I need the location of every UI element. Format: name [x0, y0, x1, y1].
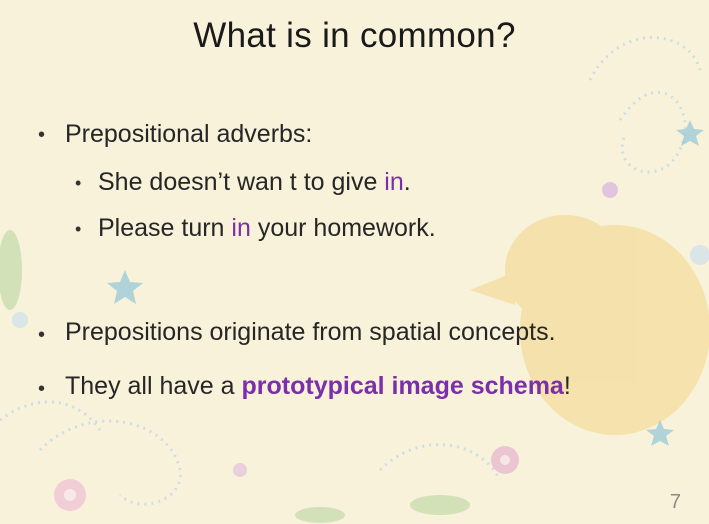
- sub-bullet-marker: •: [75, 219, 82, 239]
- example-1-highlight: in: [384, 168, 404, 196]
- slide-title: What is in common?: [193, 16, 516, 55]
- example-1-end: .: [403, 168, 411, 196]
- background-decoration: [0, 36, 709, 523]
- image-schema-emphasis: prototypical image schema: [241, 372, 564, 400]
- bullet-marker: •: [38, 324, 46, 346]
- image-schema-text: They all have a: [65, 372, 242, 400]
- page-number: 7: [669, 491, 681, 513]
- example-2-end: your homework.: [250, 214, 436, 242]
- sub-bullet-example-1: She doesn’t wan t to give in.: [98, 168, 411, 197]
- example-2-text: Please turn: [98, 214, 232, 242]
- bullet-prepositional-adverbs: Prepositional adverbs:: [65, 120, 313, 148]
- example-1-text: She doesn’t wan t to give: [98, 168, 385, 196]
- sub-bullet-example-2: Please turn in your homework.: [98, 214, 436, 243]
- sub-bullet-marker: •: [75, 173, 82, 193]
- bullet-spatial-concepts: Prepositions originate from spatial conc…: [65, 318, 556, 346]
- image-schema-end: !: [563, 372, 571, 400]
- slide: What is in common? • Prepositional adver…: [0, 0, 709, 524]
- bullet-image-schema: They all have a prototypical image schem…: [65, 372, 571, 401]
- example-2-highlight: in: [231, 214, 251, 242]
- bullet-marker: •: [38, 378, 46, 400]
- bullet-marker: •: [38, 124, 46, 146]
